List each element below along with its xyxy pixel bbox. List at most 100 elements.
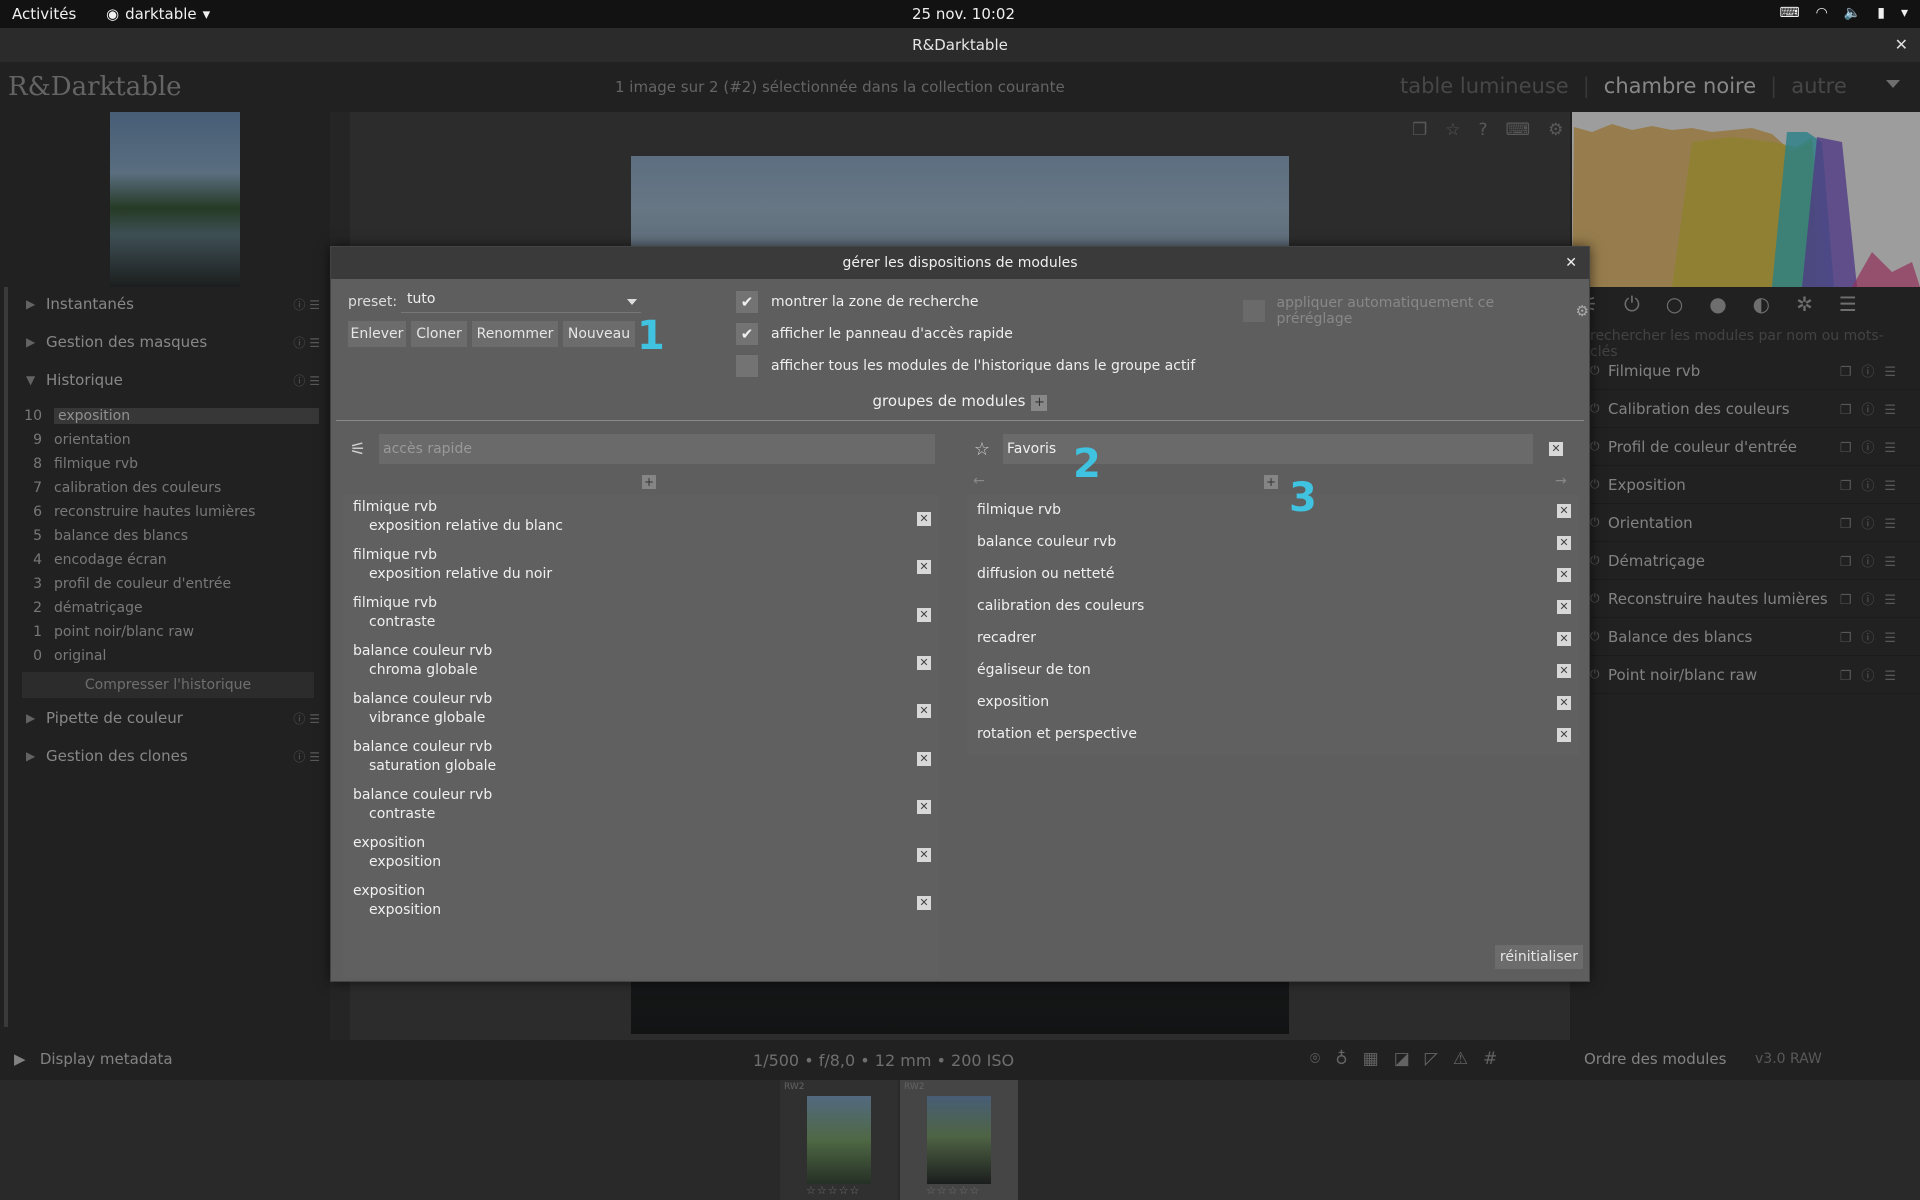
- quick-access-item[interactable]: filmique rvb exposition relative du blanc…: [343, 495, 939, 543]
- add-group-icon[interactable]: +: [1031, 395, 1048, 411]
- star-icon[interactable]: ☆: [967, 439, 997, 460]
- remove-item-icon[interactable]: ✕: [1557, 664, 1571, 678]
- favorite-module-item[interactable]: balance couleur rvb ✕: [967, 527, 1579, 559]
- item-label: égaliseur de ton: [977, 662, 1091, 678]
- remove-item-icon[interactable]: ✕: [1557, 536, 1571, 550]
- item-module: balance couleur rvb: [353, 691, 493, 707]
- item-param: vibrance globale: [369, 710, 486, 726]
- quick-access-item[interactable]: balance couleur rvb chroma globale ✕: [343, 639, 939, 687]
- remove-button[interactable]: Enlever: [348, 321, 406, 347]
- quick-access-header: ⚟ accès rapide: [343, 432, 943, 466]
- item-module: balance couleur rvb: [353, 787, 493, 803]
- checkbox-empty: [736, 355, 758, 377]
- keyboard-layout-icon[interactable]: ⌨: [1779, 5, 1799, 21]
- new-button[interactable]: Nouveau: [563, 321, 635, 347]
- gear-icon[interactable]: ⚙: [1576, 302, 1589, 320]
- remove-item-icon[interactable]: ✕: [917, 704, 931, 718]
- item-module: filmique rvb: [353, 595, 437, 611]
- favorite-module-item[interactable]: rotation et perspective ✕: [967, 719, 1579, 751]
- remove-item-icon[interactable]: ✕: [917, 608, 931, 622]
- move-left-icon[interactable]: ←: [973, 473, 985, 489]
- quick-access-item[interactable]: balance couleur rvb contraste ✕: [343, 783, 939, 831]
- item-param: contraste: [369, 806, 436, 822]
- remove-item-icon[interactable]: ✕: [1557, 632, 1571, 646]
- show-history-modules-checkbox[interactable]: afficher tous les modules de l'historiqu…: [736, 355, 1195, 377]
- remove-item-icon[interactable]: ✕: [1557, 600, 1571, 614]
- system-tray[interactable]: ⌨ ◠ 🔈 ▮ ▾: [1779, 5, 1908, 21]
- favorite-module-item[interactable]: filmique rvb ✕: [967, 495, 1579, 527]
- quick-access-item[interactable]: exposition exposition ✕: [343, 879, 939, 927]
- remove-item-icon[interactable]: ✕: [1557, 568, 1571, 582]
- favorite-module-item[interactable]: exposition ✕: [967, 687, 1579, 719]
- favorites-header: ☆ Favoris ✕: [967, 432, 1577, 466]
- show-search-checkbox[interactable]: ✔ montrer la zone de recherche: [736, 291, 978, 313]
- remove-item-icon[interactable]: ✕: [917, 752, 931, 766]
- reset-button[interactable]: réinitialiser: [1494, 945, 1583, 969]
- clone-button[interactable]: Cloner: [411, 321, 467, 347]
- preset-select[interactable]: tuto: [401, 291, 641, 313]
- item-param: chroma globale: [369, 662, 478, 678]
- wifi-icon: ◠: [1815, 5, 1828, 21]
- item-param: exposition: [369, 854, 442, 870]
- remove-item-icon[interactable]: ✕: [917, 896, 931, 910]
- app-menu-label: darktable: [125, 5, 197, 23]
- battery-icon: ▮: [1877, 5, 1885, 21]
- item-param: exposition relative du noir: [369, 566, 553, 582]
- preset-value: tuto: [407, 291, 436, 307]
- quick-access-item[interactable]: balance couleur rvb saturation globale ✕: [343, 735, 939, 783]
- remove-item-icon[interactable]: ✕: [1557, 504, 1571, 518]
- item-label: exposition: [977, 694, 1050, 710]
- item-param: contraste: [369, 614, 436, 630]
- chevron-down-icon: ▾: [202, 5, 211, 23]
- remove-item-icon[interactable]: ✕: [1557, 696, 1571, 710]
- add-module-icon[interactable]: +: [1264, 475, 1278, 489]
- item-label: calibration des couleurs: [977, 598, 1145, 614]
- darktable-app-icon: ◉: [106, 5, 120, 23]
- add-quick-access-icon[interactable]: +: [642, 475, 656, 489]
- auto-apply-checkbox[interactable]: appliquer automatiquement ce préréglage …: [1243, 295, 1589, 327]
- quick-access-field: accès rapide: [379, 434, 935, 464]
- item-label: diffusion ou netteté: [977, 566, 1115, 582]
- preset-label: preset:: [348, 294, 398, 310]
- remove-item-icon[interactable]: ✕: [1557, 728, 1571, 742]
- remove-item-icon[interactable]: ✕: [917, 848, 931, 862]
- close-icon[interactable]: ✕: [1565, 247, 1577, 279]
- show-quick-access-checkbox[interactable]: ✔ afficher le panneau d'accès rapide: [736, 323, 1013, 345]
- remove-group-icon[interactable]: ✕: [1549, 442, 1563, 456]
- app-menu[interactable]: ◉ darktable ▾: [106, 5, 210, 23]
- item-module: exposition: [353, 883, 426, 899]
- quick-access-item[interactable]: balance couleur rvb vibrance globale ✕: [343, 687, 939, 735]
- favorite-module-item[interactable]: recadrer ✕: [967, 623, 1579, 655]
- remove-item-icon[interactable]: ✕: [917, 560, 931, 574]
- favorite-module-item[interactable]: égaliseur de ton ✕: [967, 655, 1579, 687]
- rename-button[interactable]: Renommer: [472, 321, 558, 347]
- item-label: balance couleur rvb: [977, 534, 1117, 550]
- remove-item-icon[interactable]: ✕: [917, 800, 931, 814]
- quick-access-item[interactable]: exposition exposition ✕: [343, 831, 939, 879]
- quick-access-item[interactable]: filmique rvb contraste ✕: [343, 591, 939, 639]
- checkbox-empty: [1243, 300, 1265, 322]
- clock[interactable]: 25 nov. 10:02: [912, 5, 1015, 23]
- window-title-bar: R&Darktable ✕: [0, 28, 1920, 62]
- annotation-2: 2: [1073, 441, 1101, 487]
- activities-button[interactable]: Activités: [12, 5, 76, 23]
- system-menu-icon[interactable]: ▾: [1901, 5, 1908, 21]
- item-label: recadrer: [977, 630, 1037, 646]
- checkbox-label: appliquer automatiquement ce préréglage: [1276, 295, 1495, 327]
- favorite-module-item[interactable]: calibration des couleurs ✕: [967, 591, 1579, 623]
- move-right-icon[interactable]: →: [1555, 473, 1567, 489]
- volume-icon: 🔈: [1843, 5, 1862, 21]
- checkbox-label: afficher le panneau d'accès rapide: [771, 326, 1013, 342]
- window-close-icon[interactable]: ✕: [1895, 28, 1908, 62]
- groups-title: groupes de modules: [872, 392, 1026, 410]
- item-label: filmique rvb: [977, 502, 1061, 518]
- item-param: exposition relative du blanc: [369, 518, 563, 534]
- quick-access-item[interactable]: filmique rvb exposition relative du noir ✕: [343, 543, 939, 591]
- item-module: exposition: [353, 835, 426, 851]
- favorite-module-item[interactable]: diffusion ou netteté ✕: [967, 559, 1579, 591]
- annotation-1: 1: [637, 313, 665, 359]
- remove-item-icon[interactable]: ✕: [917, 656, 931, 670]
- item-module: balance couleur rvb: [353, 739, 493, 755]
- remove-item-icon[interactable]: ✕: [917, 512, 931, 526]
- favorites-list: filmique rvb ✕ balance couleur rvb ✕ diffu…: [967, 495, 1579, 755]
